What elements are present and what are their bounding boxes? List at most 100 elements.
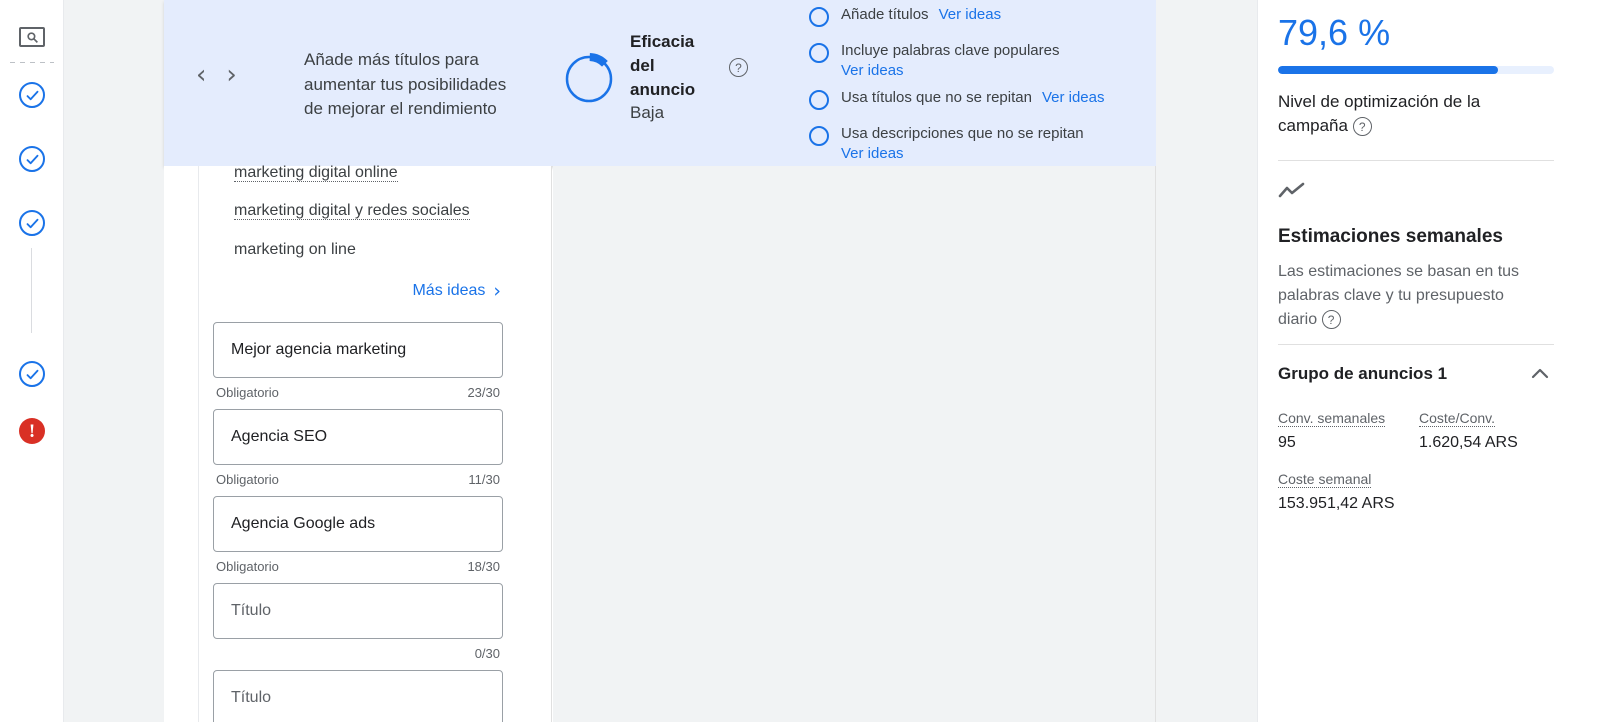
headline-input-3[interactable]: Agencia Google ads [213,496,503,552]
optimization-label: Nivel de optimización de la campaña ? [1278,90,1528,138]
keyword-idea[interactable]: marketing on line [234,241,356,258]
carousel-prev-icon[interactable]: ‹ [196,62,206,88]
suggestion-label: Incluye palabras clave populares [841,42,1060,59]
more-ideas-link[interactable]: Más ideas › [412,280,501,302]
optimization-progress-bar [1278,66,1554,74]
more-ideas-label: Más ideas [412,282,486,299]
sidebar-divider-2 [1278,344,1554,345]
stat-label-weekly-conversions[interactable]: Conv. semanales [1278,410,1386,427]
optimization-progress-fill [1278,66,1498,74]
suggestion-label: Usa títulos que no se repitan [841,88,1032,106]
char-counter: 0/30 [474,646,500,661]
help-icon[interactable]: ? [729,58,748,77]
ad-strength-title: Eficacia del anuncio [630,32,696,100]
check-circle-icon [19,361,45,387]
see-ideas-link[interactable]: Ver ideas [939,6,1002,23]
see-ideas-link[interactable]: Ver ideas [841,145,904,162]
check-circle-icon [19,82,45,108]
headline-placeholder-5: Título [231,689,272,706]
collapse-chevron-up-icon[interactable] [1528,362,1552,391]
stat-label-cost-per-conversion[interactable]: Coste/Conv. [1419,410,1495,427]
banner-message: Añade más títulos para aumentar tus posi… [304,50,507,119]
suggestion-text: Usa títulos que no se repitan Ver ideas [841,88,1105,108]
weekly-estimates-title: Estimaciones semanales [1278,226,1503,247]
banner-carousel-arrows: ‹ › [196,62,237,88]
right-gutter [1156,0,1257,722]
sidebar-item-step-2[interactable] [14,141,50,177]
rail-connector-line [31,248,32,333]
ad-strength-value: Baja [630,103,665,122]
char-counter: 11/30 [468,472,500,487]
sidebar-item-step-error[interactable]: ! [14,413,50,449]
ad-editor-panel: marketing digital online marketing digit… [164,164,552,722]
headline-value-3: Agencia Google ads [231,515,376,532]
sidebar-divider-1 [1278,160,1554,161]
headline-placeholder-4: Título [231,602,272,619]
headline-meta-2: Obligatorio 11/30 [213,465,503,496]
help-icon[interactable]: ? [1352,117,1372,137]
check-circle-icon [19,210,45,236]
suggestion-item[interactable]: Usa descripciones que no se repitan Ver i… [809,124,1149,165]
headline-meta-3: Obligatorio 18/30 [213,552,503,583]
suggestion-item[interactable]: Usa títulos que no se repitan Ver ideas [809,88,1149,118]
required-label: Obligatorio [216,385,279,400]
left-gutter [64,0,164,722]
radio-unchecked-icon[interactable] [809,125,829,146]
suggestion-label: Usa descripciones que no se repitan [841,124,1084,142]
campaign-summary-sidebar: 79,6 % Nivel de optimización de la campa… [1257,0,1600,722]
sidebar-item-step-4[interactable] [14,356,50,392]
ad-group-title: Grupo de anuncios 1 [1278,364,1448,383]
chevron-right-icon: › [493,280,501,302]
list-item[interactable]: marketing on line [234,239,534,261]
list-item[interactable]: marketing digital y redes sociales [234,200,534,222]
optimization-label-text: Nivel de optimización de la campaña [1278,92,1481,136]
trending-up-icon [1278,182,1306,205]
suggestion-label: Añade títulos [841,6,929,23]
char-counter: 18/30 [467,559,500,574]
app-root: ! ‹ › Añade más títulos para aumentar tu… [0,0,1600,722]
sidebar-item-step-3[interactable] [14,205,50,241]
stat-label-weekly-cost[interactable]: Coste semanal [1278,471,1372,488]
required-label: Obligatorio [216,559,279,574]
optimization-percent: 79,6 % [1278,12,1391,53]
suggestion-text: Usa descripciones que no se repitan Ver i… [841,124,1084,165]
radio-unchecked-icon[interactable] [809,89,829,110]
see-ideas-link[interactable]: Ver ideas [1042,89,1105,106]
suggestion-item[interactable]: Incluye palabras clave populares Ver idea… [809,41,1149,82]
keyword-idea[interactable]: marketing digital y redes sociales [234,202,470,221]
headline-value-1: Mejor agencia marketing [231,341,407,358]
suggestion-text: Añade títulos Ver ideas [841,5,1001,25]
list-item[interactable]: marketing digital online [234,162,534,184]
headline-input-4[interactable]: Título [213,583,503,639]
headline-fields: Mejor agencia marketing Obligatorio 23/3… [213,322,503,722]
search-ad-icon[interactable] [14,19,50,55]
keyword-ideas-list: marketing digital online marketing digit… [234,162,534,272]
headline-value-2: Agencia SEO [231,428,328,445]
headline-input-1[interactable]: Mejor agencia marketing [213,322,503,378]
headline-input-2[interactable]: Agencia SEO [213,409,503,465]
ad-strength-banner: ‹ › Añade más títulos para aumentar tus … [164,0,1156,166]
error-exclamation-icon: ! [19,418,45,444]
left-step-rail: ! [0,0,64,722]
radio-unchecked-icon[interactable] [809,43,829,63]
search-icon [19,27,45,47]
rail-dashed-divider [10,62,54,63]
headline-input-5[interactable]: Título [213,670,503,722]
required-label: Obligatorio [216,472,279,487]
keyword-idea[interactable]: marketing digital online [234,164,398,182]
headline-meta-1: Obligatorio 23/30 [213,378,503,409]
stat-value-weekly-cost: 153.951,42 ARS [1278,495,1395,512]
ad-strength-donut [560,50,618,113]
estimates-desc-text: Las estimaciones se basan en tus palabra… [1278,263,1520,328]
carousel-next-icon[interactable]: › [226,62,236,88]
char-counter: 23/30 [467,385,500,400]
help-icon[interactable]: ? [1321,310,1341,330]
stat-value-weekly-conversions: 95 [1278,434,1296,451]
sidebar-item-step-1[interactable] [14,77,50,113]
suggestion-item[interactable]: Añade títulos Ver ideas [809,5,1149,35]
see-ideas-link[interactable]: Ver ideas [841,62,904,79]
check-circle-icon [19,146,45,172]
radio-unchecked-icon[interactable] [809,7,829,27]
ad-strength-suggestions: Añade títulos Ver ideas Incluye palabras … [809,0,1149,170]
headline-meta-4: 0/30 [213,639,503,670]
